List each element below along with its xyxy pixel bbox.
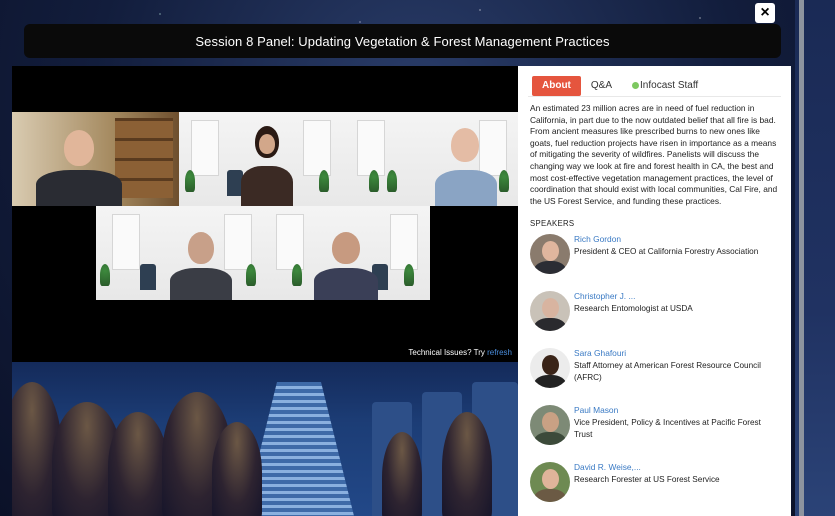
speaker-item[interactable]: Rich Gordon President & CEO at Californi… <box>528 234 781 291</box>
refresh-link[interactable]: refresh <box>487 348 512 357</box>
right-background-strip <box>795 0 835 516</box>
avatar <box>530 348 570 389</box>
scroll-divider <box>799 0 804 516</box>
video-tile-speaker-1 <box>12 112 179 206</box>
participant-video <box>237 112 297 206</box>
session-title: Session 8 Panel: Updating Vegetation & F… <box>195 33 610 49</box>
participant-video <box>310 206 382 300</box>
close-icon: × <box>760 4 770 21</box>
speaker-role: Vice President, Policy & Incentives at P… <box>574 418 761 440</box>
avatar <box>530 405 570 446</box>
speaker-role: Research Forester at US Forest Service <box>574 475 720 485</box>
speakers-heading: SPEAKERS <box>530 219 575 229</box>
participant-video <box>431 112 501 206</box>
technical-issues-notice: Technical Issues? Try refresh <box>12 348 518 362</box>
technical-issues-text: Technical Issues? Try <box>408 348 485 357</box>
speaker-item[interactable]: Sara Ghafouri Staff Attorney at American… <box>528 348 781 405</box>
participant-video <box>166 206 236 300</box>
video-tile-speaker-2 <box>179 112 347 206</box>
speaker-item[interactable]: Paul Mason Vice President, Policy & Ince… <box>528 405 781 462</box>
avatar <box>530 462 570 503</box>
session-title-bar: Session 8 Panel: Updating Vegetation & F… <box>24 24 781 58</box>
speaker-role: Staff Attorney at American Forest Resour… <box>574 361 761 383</box>
video-player[interactable]: Technical Issues? Try refresh <box>12 66 518 516</box>
online-status-icon <box>632 81 640 89</box>
tab-infocast-staff-label: Infocast Staff <box>640 79 699 91</box>
speaker-name[interactable]: Rich Gordon <box>574 234 621 244</box>
tab-about[interactable]: About <box>532 75 581 96</box>
speaker-name[interactable]: Paul Mason <box>574 405 618 415</box>
speaker-role: Research Entomologist at USDA <box>574 304 693 314</box>
tab-qa[interactable]: Q&A <box>581 76 622 96</box>
speaker-item[interactable]: Christopher J. ... Research Entomologist… <box>528 291 781 348</box>
speaker-item[interactable]: David R. Weise,... Research Forester at … <box>528 462 781 516</box>
speaker-name[interactable]: Sara Ghafouri <box>574 348 626 358</box>
tab-infocast-staff[interactable]: Infocast Staff <box>622 76 708 96</box>
auditorium-background <box>12 362 518 516</box>
session-description: An estimated 23 million acres are in nee… <box>530 103 778 206</box>
speaker-name[interactable]: David R. Weise,... <box>574 462 641 472</box>
speaker-name[interactable]: Christopher J. ... <box>574 291 635 301</box>
video-tile-speaker-5 <box>264 206 430 300</box>
close-button[interactable]: × <box>755 3 775 23</box>
avatar <box>530 234 570 275</box>
video-tile-speaker-3 <box>347 112 518 206</box>
video-tile-speaker-4 <box>96 206 264 300</box>
speaker-role: President & CEO at California Forestry A… <box>574 247 759 257</box>
session-info-panel: About Q&A Infocast Staff An estimated 23… <box>518 66 791 516</box>
panel-tabs: About Q&A Infocast Staff <box>518 66 791 96</box>
participant-video <box>28 112 128 206</box>
avatar <box>530 291 570 332</box>
